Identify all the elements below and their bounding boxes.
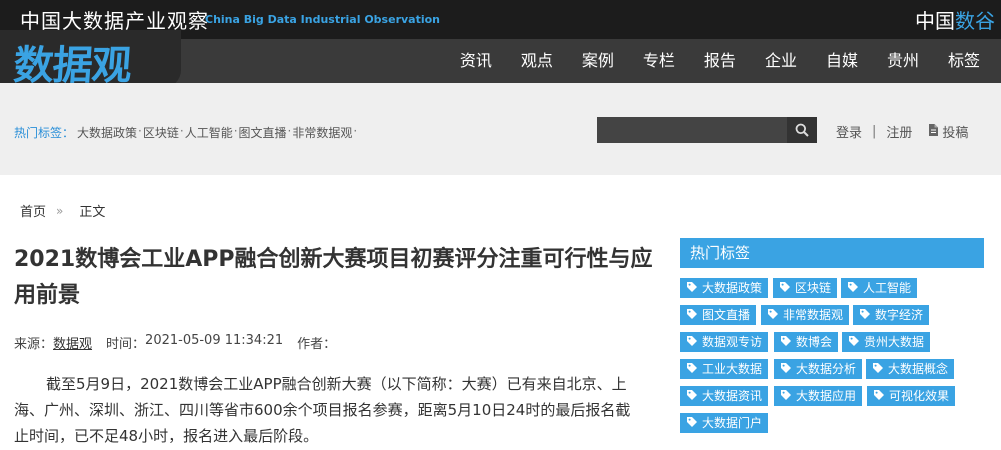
sidebar-tag[interactable]: 人工智能 [841,278,918,298]
hot-tag-link[interactable]: 区块链 [143,124,179,141]
breadcrumb-home[interactable]: 首页 [20,201,46,220]
brand-link[interactable]: 中国数谷 [915,5,995,34]
document-icon [928,123,939,140]
sidebar-tag[interactable]: 大数据分析 [774,359,863,379]
sidebar-tag[interactable]: 非常数据观 [761,305,850,325]
nav-item-columns[interactable]: 专栏 [627,39,688,83]
sidebar-tag[interactable]: 可视化效果 [867,386,956,406]
sidebar-tag[interactable]: 工业大数据 [680,359,769,379]
hot-tag-link[interactable]: 人工智能 [185,124,233,141]
sidebar-tag[interactable]: 贵州大数据 [842,332,931,352]
separator: · [138,124,142,138]
sidebar-tag[interactable]: 大数据政策 [680,278,769,298]
sidebar-tag[interactable]: 大数据应用 [774,386,863,406]
sidebar-tag[interactable]: 大数据资讯 [680,386,769,406]
tag-icon [687,332,697,352]
tag-icon [860,305,870,325]
tag-icon [687,386,697,406]
tag-icon [848,278,858,298]
nav-item-tags[interactable]: 标签 [932,39,993,83]
hot-tag-link[interactable]: 大数据政策 [77,124,137,141]
tag-icon [687,413,697,433]
nav-item-cases[interactable]: 案例 [566,39,627,83]
tag-icon [874,386,884,406]
breadcrumb: 首页 » 正文 [20,201,106,221]
logo-container[interactable]: 数据观 [0,30,181,89]
separator: · [179,124,184,138]
hot-tags-label: 热门标签： [14,126,75,140]
login-link[interactable]: 登录 [836,122,862,141]
tag-icon [780,278,790,298]
nav-item-opinion[interactable]: 观点 [505,39,566,83]
separator: · [353,124,358,138]
nav-item-guizhou[interactable]: 贵州 [871,39,932,83]
user-links: 登录 | 注册 投稿 [836,122,968,141]
register-link[interactable]: 注册 [886,122,912,141]
separator: · [287,124,292,138]
sidebar-tag[interactable]: 数字经济 [853,305,930,325]
article-title: 2021数博会工业APP融合创新大赛项目初赛评分注重可行性与应用前景 [14,247,653,308]
publish-time: 2021-05-09 11:34:21 [145,333,284,348]
brand-accent-text: 数谷 [955,9,995,33]
nav-item-news[interactable]: 资讯 [444,39,505,83]
tag-icon [849,332,859,352]
tag-icon [781,386,791,406]
sidebar-tag[interactable]: 数博会 [774,332,839,352]
hot-tag-link[interactable]: 非常数据观 [292,124,352,141]
sidebar-tag[interactable]: 大数据门户 [680,413,769,433]
sidebar-title: 热门标签 [680,238,984,268]
tag-icon [687,305,697,325]
tag-icon [781,332,791,352]
tag-icon [768,305,778,325]
sidebar-tag[interactable]: 数据观专访 [680,332,769,352]
nav-item-companies[interactable]: 企业 [749,39,810,83]
time-label: 时间： [106,337,146,352]
tag-icon [687,359,697,379]
search-icon [795,123,809,137]
article-body: 截至5月9日，2021数博会工业APP融合创新大赛（以下简称：大赛）已有来自北京… [14,375,631,445]
nav-item-reports[interactable]: 报告 [688,39,749,83]
hot-tags-list: 大数据政策 · 区块链 · 人工智能 · 图文直播 · 非常数据观 · [77,124,358,141]
source-link[interactable]: 数据观 [53,333,92,352]
link-divider: | [872,124,877,139]
site-subtitle: China Big Data Industrial Observation [205,13,441,26]
search-input[interactable] [597,117,787,143]
author-label: 作者： [297,337,337,352]
source-label: 来源： [14,337,54,352]
tag-icon [781,359,791,379]
tag-icon [873,359,883,379]
submit-article-link[interactable]: 投稿 [942,122,968,141]
main-nav: 资讯 观点 案例 专栏 报告 企业 自媒 贵州 标签 [444,39,993,83]
article-meta: 来源： 数据观 时间： 2021-05-09 11:34:21 作者： [14,333,336,352]
hot-tag-link[interactable]: 图文直播 [239,124,287,141]
chevron-right-icon: » [56,203,64,218]
tag-icon [687,278,697,298]
separator: · [233,124,238,138]
breadcrumb-current: 正文 [79,205,106,220]
sidebar-tag[interactable]: 区块链 [773,278,838,298]
search-button[interactable] [787,117,817,143]
brand-text: 中国 [915,9,955,33]
sidebar-tag[interactable]: 大数据概念 [866,359,955,379]
nav-item-self-media[interactable]: 自媒 [810,39,871,83]
sidebar-tag[interactable]: 图文直播 [680,305,757,325]
